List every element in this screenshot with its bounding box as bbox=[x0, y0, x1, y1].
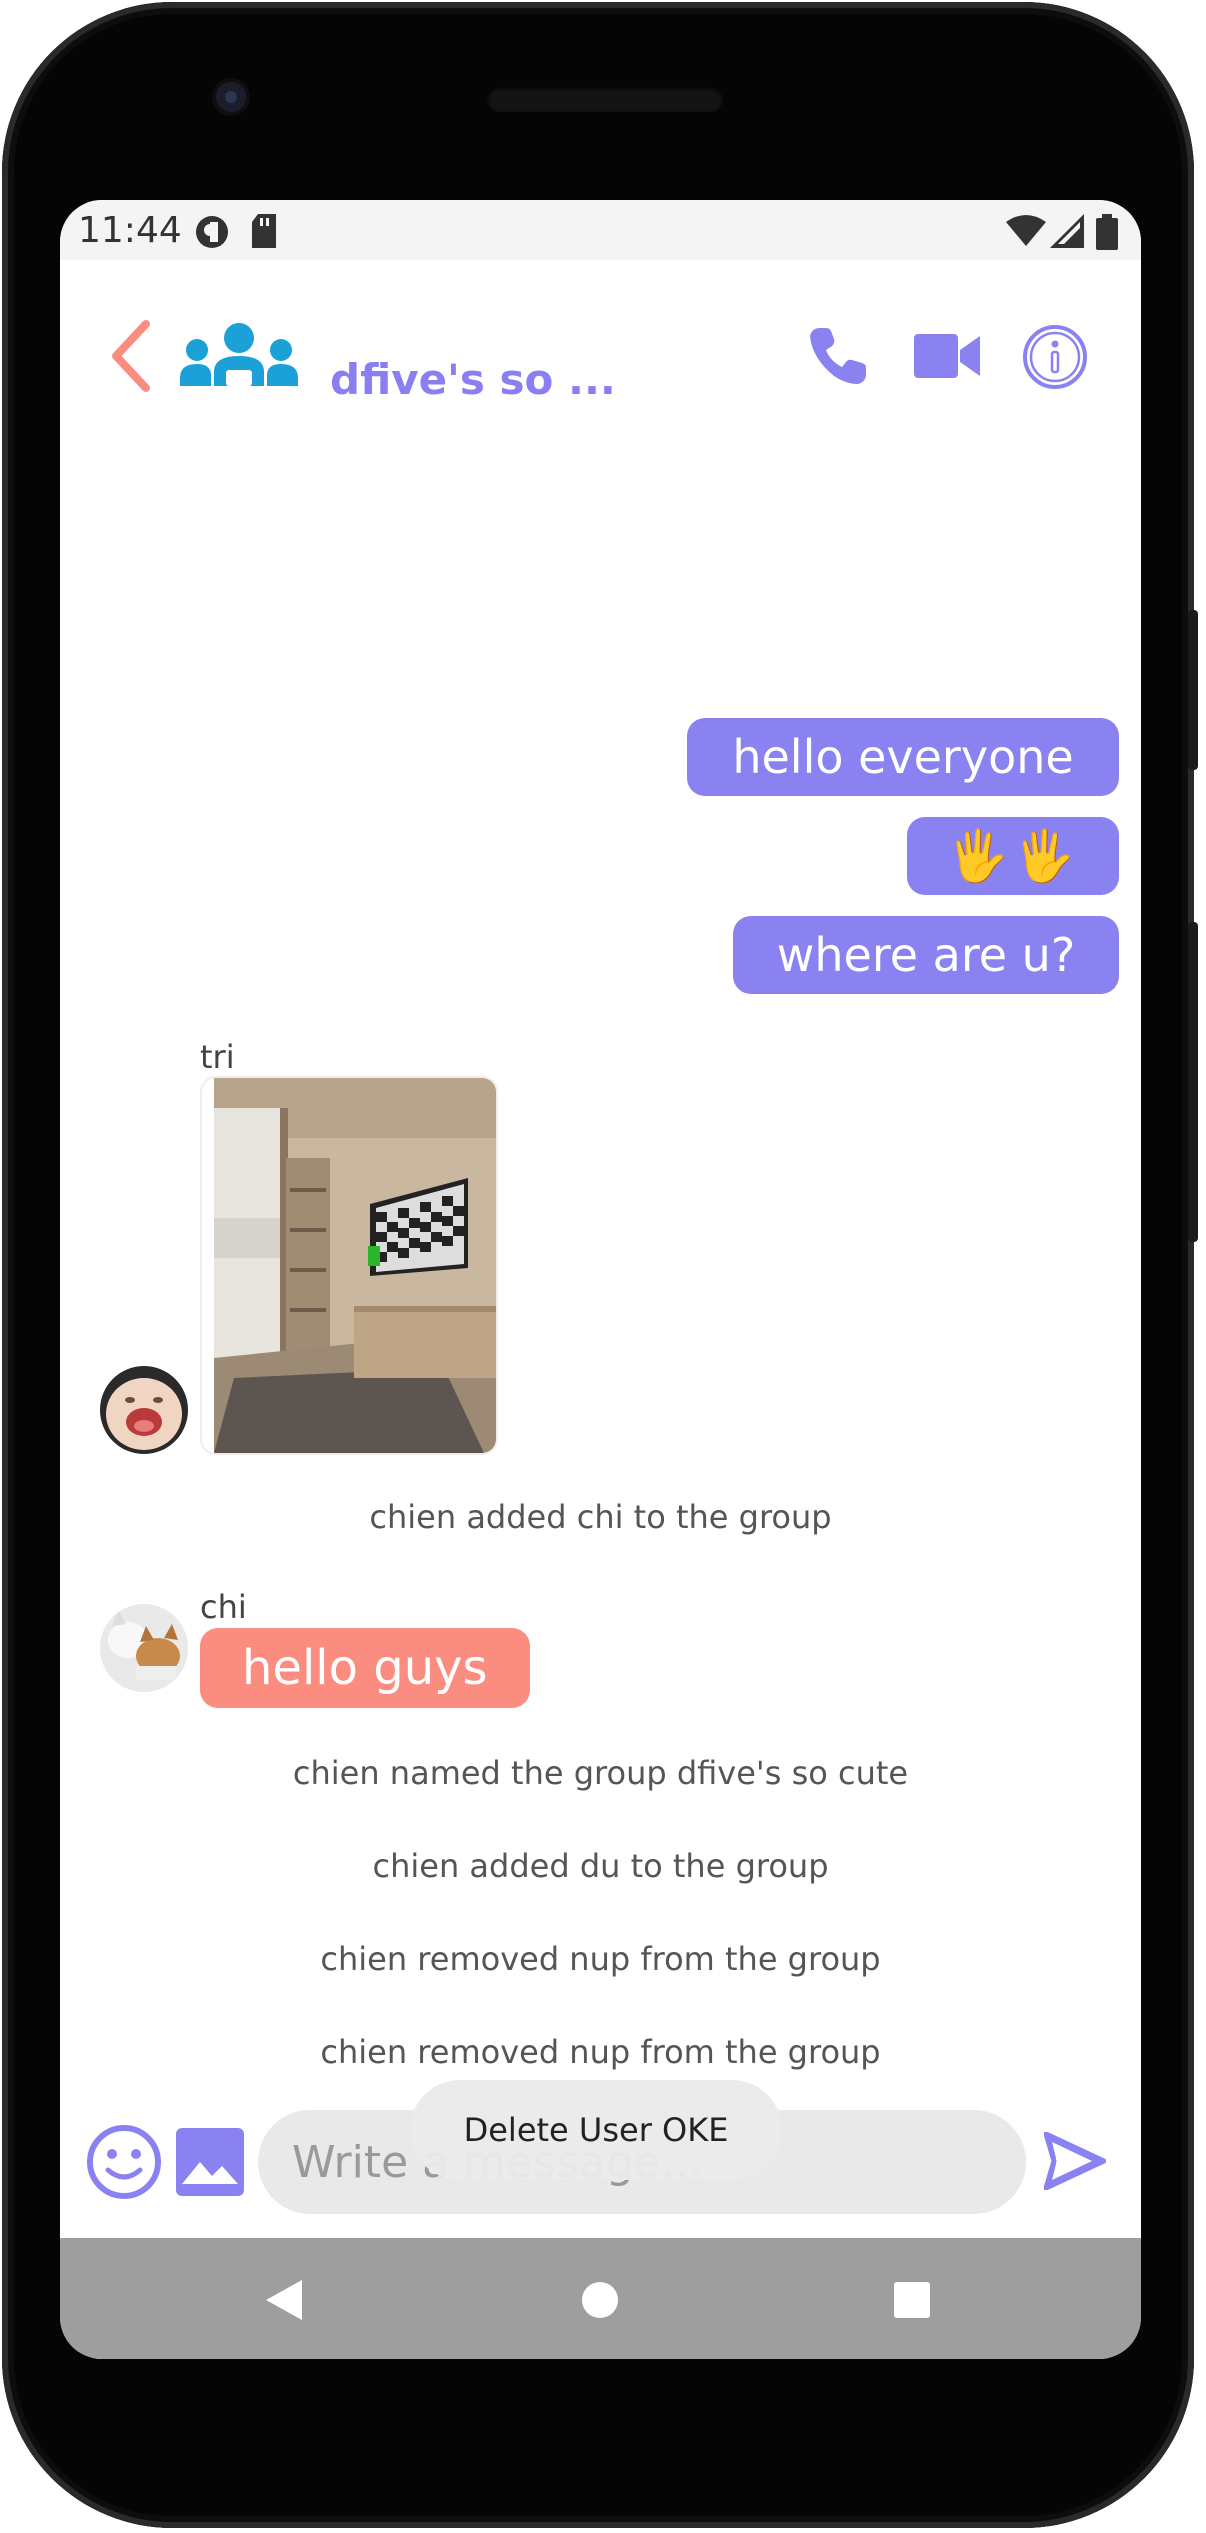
android-nav-bar bbox=[60, 2238, 1141, 2359]
system-message: chien removed nup from the group bbox=[320, 2033, 881, 2071]
system-message: chien added du to the group bbox=[372, 1847, 829, 1885]
system-message: chien named the group dfive's so cute bbox=[292, 1754, 909, 1792]
earpiece-speaker bbox=[487, 86, 723, 112]
front-camera bbox=[216, 82, 246, 112]
sender-name: chi bbox=[200, 1588, 247, 1626]
wifi-icon bbox=[1006, 215, 1046, 246]
back-arrow-icon[interactable] bbox=[102, 316, 162, 396]
sd-card-icon bbox=[252, 214, 276, 248]
image-message[interactable] bbox=[200, 1076, 498, 1455]
cell-signal-icon bbox=[1050, 214, 1084, 248]
nav-back-icon[interactable] bbox=[264, 2278, 304, 2322]
avatar-tri-image bbox=[100, 1366, 188, 1454]
phone-frame: 11:44 dfive's so ... hello everyone 🖐🖐 w… bbox=[2, 2, 1198, 2528]
avatar[interactable] bbox=[100, 1604, 188, 1692]
system-message: chien removed nup from the group bbox=[320, 1940, 881, 1978]
battery-icon bbox=[1096, 214, 1118, 250]
toast: Delete User OKE bbox=[410, 2080, 782, 2180]
incoming-message[interactable]: hello guys bbox=[200, 1628, 530, 1708]
app-screen: 11:44 dfive's so ... hello everyone 🖐🖐 w… bbox=[60, 200, 1141, 2359]
outgoing-message[interactable]: 🖐🖐 bbox=[907, 817, 1119, 895]
outgoing-message[interactable]: where are u? bbox=[733, 916, 1119, 994]
nav-home-icon[interactable] bbox=[580, 2280, 620, 2320]
group-icon bbox=[180, 323, 298, 386]
chat-title[interactable]: dfive's so ... bbox=[330, 355, 616, 404]
video-call-icon[interactable] bbox=[914, 332, 980, 380]
outgoing-message[interactable]: hello everyone bbox=[687, 718, 1119, 796]
volume-button bbox=[1188, 922, 1198, 1242]
nav-recents-icon[interactable] bbox=[892, 2280, 932, 2320]
sender-name: tri bbox=[200, 1038, 235, 1076]
emoji-icon[interactable] bbox=[86, 2124, 162, 2200]
chat-header: dfive's so ... bbox=[60, 260, 1141, 450]
notification-icon bbox=[196, 216, 228, 248]
avatar[interactable] bbox=[100, 1366, 188, 1454]
power-button bbox=[1188, 610, 1198, 770]
image-picker-icon[interactable] bbox=[176, 2128, 244, 2196]
info-icon[interactable] bbox=[1022, 324, 1088, 390]
system-message: chien added chi to the group bbox=[369, 1498, 832, 1536]
phone-call-icon[interactable] bbox=[806, 324, 870, 388]
avatar-chi-image bbox=[100, 1604, 188, 1692]
status-bar: 11:44 bbox=[60, 200, 1141, 260]
room-photo bbox=[214, 1078, 496, 1453]
send-icon[interactable] bbox=[1044, 2132, 1106, 2190]
status-time: 11:44 bbox=[78, 210, 182, 251]
